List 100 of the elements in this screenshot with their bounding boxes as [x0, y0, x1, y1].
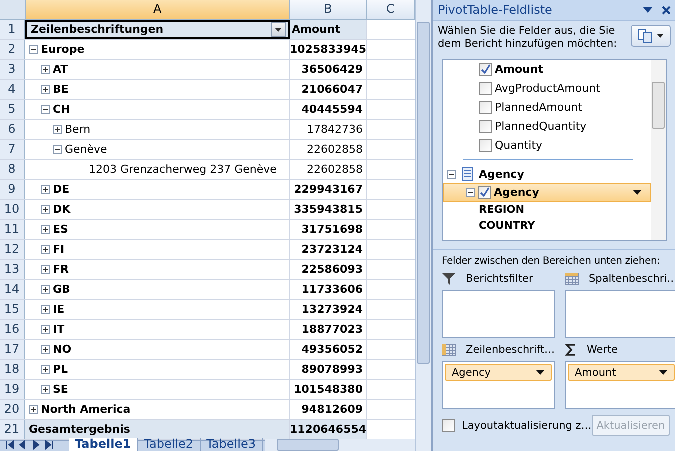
- table-cell: 18877023: [290, 320, 367, 339]
- table-cell: 89078993: [290, 360, 367, 379]
- pane-title: PivotTable-Feldliste: [438, 3, 552, 17]
- hierarchy-item[interactable]: Agency: [443, 183, 651, 202]
- table-cell: 49356052: [290, 340, 367, 359]
- expand-icon[interactable]: [53, 125, 62, 134]
- expand-icon[interactable]: [41, 285, 50, 294]
- row-number: 18: [0, 360, 25, 379]
- table-cell: 21066047: [290, 80, 367, 99]
- drop-area[interactable]: [565, 290, 675, 338]
- row-label: AT: [53, 63, 68, 76]
- expand-icon[interactable]: [41, 65, 50, 74]
- row-label: ES: [53, 223, 68, 236]
- collapse-icon[interactable]: [41, 105, 50, 114]
- checkbox[interactable]: [442, 419, 455, 432]
- table-cell: 1120646554: [290, 420, 367, 439]
- row-number: 12: [0, 240, 25, 259]
- field-chip[interactable]: Amount: [568, 364, 675, 381]
- table-cell: 22602858: [290, 160, 367, 179]
- table-cell: 22586093: [290, 260, 367, 279]
- level-item[interactable]: COUNTRY: [443, 218, 651, 234]
- checkbox[interactable]: [479, 139, 492, 152]
- drop-area[interactable]: Agency: [442, 361, 555, 409]
- layout-button[interactable]: [631, 25, 671, 47]
- row-number: 1: [0, 20, 25, 39]
- checkbox[interactable]: [479, 82, 492, 95]
- sheet-tab[interactable]: Tabelle3: [200, 438, 263, 451]
- table-cell: 1025833945: [290, 40, 367, 59]
- row-label: NO: [53, 343, 72, 356]
- table-cell: 94812609: [290, 400, 367, 419]
- field-item[interactable]: PlannedAmount: [443, 98, 651, 117]
- sheet-tab[interactable]: Tabelle1: [69, 438, 138, 451]
- close-icon[interactable]: [662, 6, 671, 14]
- row-number: 7: [0, 140, 25, 159]
- checkbox[interactable]: [479, 63, 492, 76]
- expand-icon[interactable]: [41, 245, 50, 254]
- collapse-icon[interactable]: [53, 145, 62, 154]
- collapse-icon[interactable]: [447, 170, 456, 178]
- checkbox[interactable]: [478, 186, 491, 199]
- row-number: 17: [0, 340, 25, 359]
- row-number: 9: [0, 180, 25, 199]
- caret-icon[interactable]: [633, 190, 642, 195]
- vertical-scrollbar[interactable]: [651, 60, 666, 240]
- dimension-label: Agency: [479, 168, 524, 180]
- grid-icon: [565, 273, 579, 285]
- sheet-tab[interactable]: Tabelle2: [138, 438, 201, 451]
- drop-area[interactable]: Amount: [565, 361, 675, 409]
- dropdown-icon[interactable]: [643, 7, 653, 13]
- checkbox[interactable]: [479, 101, 492, 114]
- expand-icon[interactable]: [41, 385, 50, 394]
- row-number: 11: [0, 220, 25, 239]
- filter-dropdown-button[interactable]: [271, 22, 286, 37]
- row-label: IT: [53, 323, 65, 336]
- table-cell: 229943167: [290, 180, 367, 199]
- field-item[interactable]: Quantity: [443, 136, 651, 155]
- row-number: 4: [0, 80, 25, 99]
- expand-icon[interactable]: [41, 325, 50, 334]
- expand-icon[interactable]: [41, 365, 50, 374]
- table-cell: 31751698: [290, 220, 367, 239]
- column-header[interactable]: A: [26, 0, 290, 19]
- field-item[interactable]: Amount: [443, 60, 651, 79]
- vertical-scrollbar[interactable]: [415, 0, 431, 451]
- row-number: 6: [0, 120, 25, 139]
- expand-icon[interactable]: [41, 205, 50, 214]
- collapse-icon[interactable]: [29, 45, 38, 54]
- row-label: SE: [53, 383, 68, 396]
- expand-icon[interactable]: [41, 225, 50, 234]
- row-number: 2: [0, 40, 25, 59]
- checkbox-label: Layoutaktualisierung z…: [462, 420, 592, 432]
- row-number: 21: [0, 420, 25, 439]
- row-number: 8: [0, 160, 25, 179]
- horizontal-scrollbar[interactable]: [264, 439, 415, 451]
- expand-icon[interactable]: [41, 305, 50, 314]
- caret-icon: [275, 28, 282, 32]
- row-label: North America: [41, 403, 131, 416]
- expand-icon[interactable]: [29, 405, 38, 414]
- field-chip[interactable]: Agency: [445, 364, 552, 381]
- drop-area[interactable]: [442, 290, 555, 338]
- caret-icon: [658, 370, 668, 375]
- expand-icon[interactable]: [41, 345, 50, 354]
- row-label: DE: [53, 183, 70, 196]
- level-item[interactable]: REGION: [443, 202, 651, 218]
- check-icon: [480, 64, 491, 75]
- column-header[interactable]: B: [290, 0, 368, 19]
- field-item[interactable]: AvgProductAmount: [443, 79, 651, 98]
- row-number: 16: [0, 320, 25, 339]
- area-title: Spaltenbeschri…: [589, 273, 675, 285]
- row-number: 14: [0, 280, 25, 299]
- row-number: 19: [0, 380, 25, 399]
- grand-total-label: Gesamtergebnis: [25, 420, 290, 439]
- checkbox[interactable]: [479, 120, 492, 133]
- table-cell: 101548380: [290, 380, 367, 399]
- area-title: Werte: [587, 344, 618, 356]
- expand-icon[interactable]: [41, 85, 50, 94]
- filter-icon: [442, 273, 456, 285]
- field-item[interactable]: PlannedQuantity: [443, 117, 651, 136]
- expand-icon[interactable]: [41, 185, 50, 194]
- collapse-icon[interactable]: [466, 188, 475, 197]
- expand-icon[interactable]: [41, 265, 50, 274]
- row-label: BE: [53, 83, 69, 96]
